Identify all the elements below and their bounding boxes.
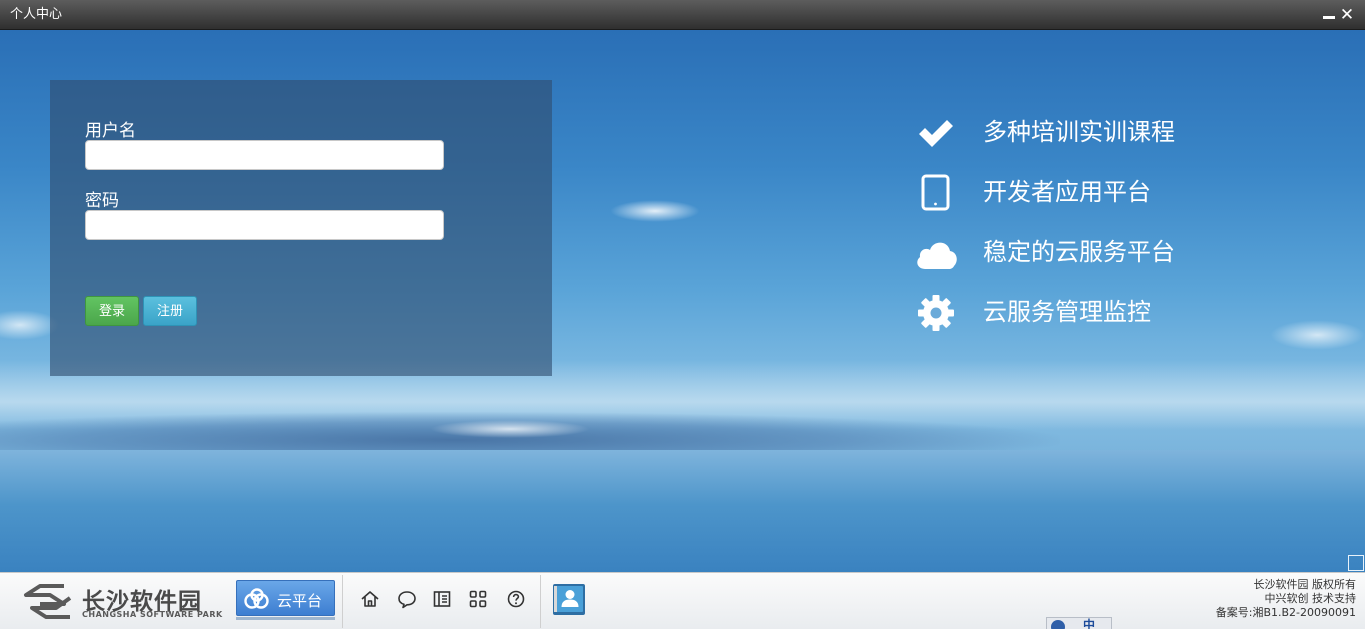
feature-label: 开发者应用平台	[983, 178, 1151, 206]
background-snow	[430, 420, 590, 438]
background-cloud	[1270, 320, 1365, 350]
toolbar-divider	[342, 575, 343, 628]
feature-item: 多种培训实训课程	[913, 111, 1243, 155]
cloud-icon	[917, 242, 957, 269]
username-label: 用户名	[85, 121, 136, 141]
gear-icon	[918, 295, 954, 331]
ime-logo-icon	[1051, 620, 1065, 629]
resize-corner[interactable]	[1348, 555, 1364, 571]
copyright-block: 长沙软件园 版权所有 中兴软创 技术支持 备案号:湘B1.B2-20090091	[1216, 578, 1356, 620]
book-icon[interactable]	[432, 589, 452, 609]
home-icon[interactable]	[360, 589, 380, 609]
feature-item: 云服务管理监控	[913, 291, 1243, 335]
ime-toolbar[interactable]: 中	[1046, 617, 1112, 629]
copyright-line: 备案号:湘B1.B2-20090091	[1215, 606, 1356, 619]
register-button[interactable]: 注册	[143, 296, 197, 326]
login-button[interactable]: 登录	[85, 296, 139, 326]
toolbar-divider	[540, 575, 541, 628]
background-scene: 用户名 密码 登录 注册 多种培训实训课程 开发者应用平台 稳定的云服务平台 云…	[0, 30, 1365, 572]
chat-icon[interactable]	[397, 589, 417, 609]
tablet-icon	[921, 174, 950, 211]
help-icon[interactable]	[506, 589, 526, 609]
cloud-link-icon	[244, 588, 269, 609]
login-panel: 用户名 密码 登录 注册	[50, 80, 552, 376]
cloud-button-shadow	[236, 617, 335, 620]
logo-text-en: CHANGSHA SOFTWARE PARK	[82, 610, 223, 619]
checkmark-icon	[919, 120, 953, 147]
ime-language-label: 中	[1083, 618, 1096, 629]
username-input[interactable]	[85, 140, 444, 170]
feature-label: 稳定的云服务平台	[983, 238, 1175, 266]
password-input[interactable]	[85, 210, 444, 240]
copyright-line: 中兴软创 技术支持	[1264, 592, 1357, 605]
user-contacts-icon[interactable]	[552, 583, 586, 616]
window-title: 个人中心	[10, 7, 63, 22]
feature-item: 开发者应用平台	[913, 171, 1243, 215]
feature-label: 云服务管理监控	[983, 298, 1151, 326]
background-cloud	[610, 200, 700, 222]
bottom-taskbar: 长沙软件园 CHANGSHA SOFTWARE PARK 云平台 长沙软件园 版…	[0, 572, 1365, 629]
apps-icon[interactable]	[468, 589, 488, 609]
cloud-platform-label: 云平台	[277, 592, 323, 610]
cloud-platform-button[interactable]: 云平台	[236, 580, 335, 616]
background-water	[0, 450, 1365, 572]
window-titlebar: 个人中心 ✕	[0, 0, 1365, 30]
close-button[interactable]: ✕	[1339, 0, 1355, 30]
feature-item: 稳定的云服务平台	[913, 231, 1243, 275]
logo-mark-icon	[24, 584, 72, 619]
changsha-software-park-logo[interactable]: 长沙软件园 CHANGSHA SOFTWARE PARK	[20, 578, 230, 624]
feature-label: 多种培训实训课程	[983, 118, 1175, 146]
copyright-line: 长沙软件园 版权所有	[1253, 578, 1357, 591]
password-label: 密码	[85, 191, 119, 211]
minimize-icon[interactable]	[1323, 16, 1335, 19]
